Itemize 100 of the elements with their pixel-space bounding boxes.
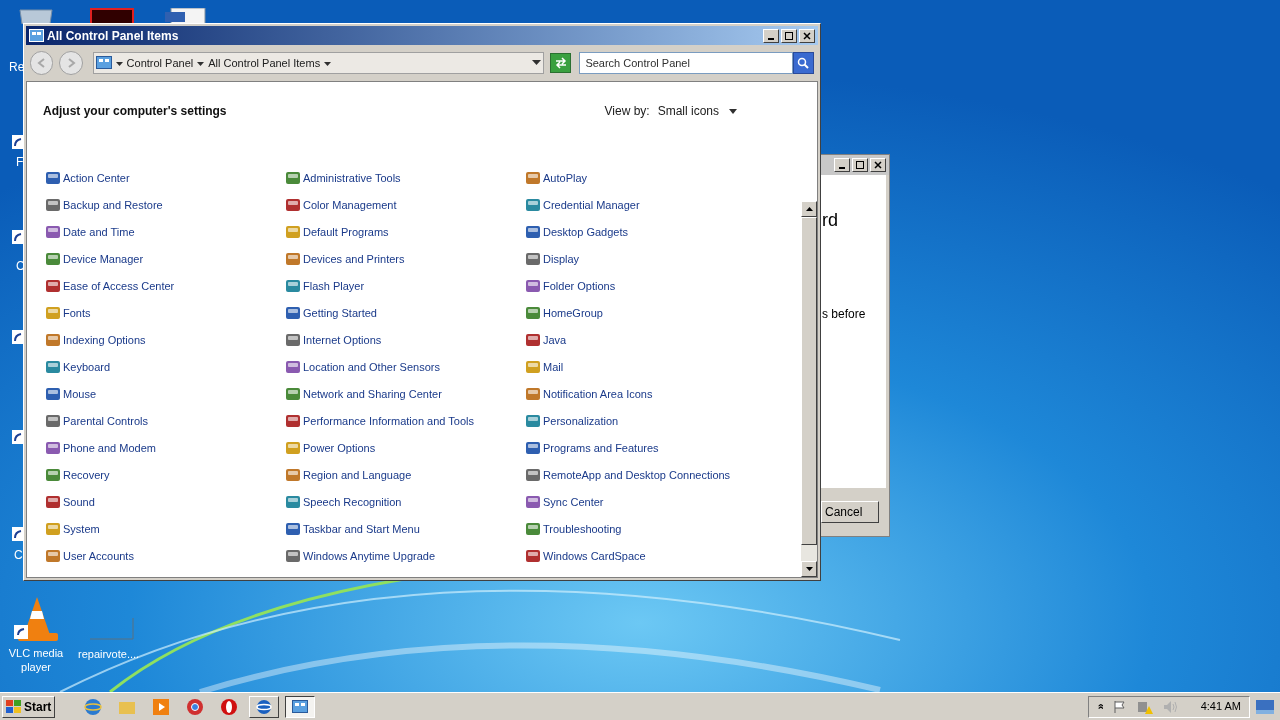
browser-icon xyxy=(256,698,273,715)
minimize-icon xyxy=(839,167,845,169)
control-panel-link[interactable]: Ease of Access Center xyxy=(45,276,285,296)
shortcut-icon[interactable] xyxy=(12,230,24,244)
applet-icon xyxy=(525,224,541,240)
start-button[interactable]: Start xyxy=(2,695,56,718)
applet-icon xyxy=(525,332,541,348)
control-panel-link[interactable]: Windows CardSpace xyxy=(525,546,765,566)
applet-icon xyxy=(45,440,61,456)
desktop-icon-label[interactable]: F xyxy=(16,153,24,171)
control-panel-link[interactable]: Notification Area Icons xyxy=(525,384,765,404)
control-panel-link[interactable]: Sound xyxy=(45,492,285,512)
close-button[interactable] xyxy=(870,158,886,172)
browser-icon[interactable] xyxy=(84,697,103,716)
refresh-button[interactable] xyxy=(550,53,572,73)
control-panel-link[interactable]: Speech Recognition xyxy=(285,492,525,512)
control-panel-link[interactable]: Getting Started xyxy=(285,303,525,323)
control-panel-link[interactable]: Personalization xyxy=(525,411,765,431)
control-panel-link[interactable]: Phone and Modem xyxy=(45,438,285,458)
cancel-button[interactable]: Cancel xyxy=(821,501,879,523)
applet-icon xyxy=(45,467,61,483)
desktop-icon-label[interactable]: Re xyxy=(9,58,25,76)
applet-icon xyxy=(285,170,301,186)
control-panel-link[interactable]: Network and Sharing Center xyxy=(285,384,525,404)
scroll-up-icon[interactable] xyxy=(805,207,813,211)
shortcut-icon[interactable] xyxy=(12,527,24,541)
dropdown-icon[interactable] xyxy=(532,60,541,66)
control-panel-link[interactable]: Device Manager xyxy=(45,249,285,269)
control-panel-link[interactable]: Recovery xyxy=(45,465,285,485)
control-panel-link[interactable]: Credential Manager xyxy=(525,195,765,215)
caret-icon[interactable] xyxy=(324,59,332,67)
control-panel-link[interactable]: Java xyxy=(525,330,765,350)
control-panel-link[interactable]: Internet Options xyxy=(285,330,525,350)
control-panel-link[interactable]: Flash Player xyxy=(285,276,525,296)
control-panel-link[interactable]: Programs and Features xyxy=(525,438,765,458)
shortcut-icon[interactable] xyxy=(12,135,24,149)
control-panel-link[interactable]: Taskbar and Start Menu xyxy=(285,519,525,539)
view-by-dropdown[interactable]: Small icons xyxy=(657,102,737,120)
control-panel-link[interactable]: RemoteApp and Desktop Connections xyxy=(525,465,765,485)
traffic-cone-icon[interactable] xyxy=(14,595,60,643)
minimize-button[interactable] xyxy=(763,28,779,43)
control-panel-link[interactable]: Date and Time xyxy=(45,222,285,242)
applet-icon xyxy=(525,386,541,402)
control-panel-link[interactable]: Sync Center xyxy=(525,492,765,512)
control-panel-link[interactable]: Power Options xyxy=(285,438,525,458)
control-panel-link[interactable]: Parental Controls xyxy=(45,411,285,431)
control-panel-link[interactable]: Desktop Gadgets xyxy=(525,222,765,242)
taskbar-button[interactable] xyxy=(285,695,316,718)
control-panel-link[interactable]: Location and Other Sensors xyxy=(285,357,525,377)
scrollbar[interactable] xyxy=(801,201,817,577)
close-button[interactable] xyxy=(799,28,815,43)
control-panel-link[interactable]: Performance Information and Tools xyxy=(285,411,525,431)
desktop-icon-label[interactable]: VLC media player xyxy=(4,646,68,674)
desktop-icon-label[interactable]: C xyxy=(14,546,23,564)
flag-icon[interactable] xyxy=(1112,699,1127,714)
breadcrumb[interactable]: All Control Panel Items xyxy=(208,54,321,72)
control-panel-link[interactable]: Mail xyxy=(525,357,765,377)
control-panel-icon xyxy=(95,55,112,71)
control-panel-link[interactable]: Fonts xyxy=(45,303,285,323)
applet-icon xyxy=(285,251,301,267)
caret-icon[interactable] xyxy=(197,59,205,67)
control-panel-link[interactable]: Mouse xyxy=(45,384,285,404)
shortcut-icon[interactable] xyxy=(12,330,24,344)
address-bar[interactable]: Control Panel All Control Panel Items xyxy=(92,52,544,74)
maximize-button[interactable] xyxy=(852,158,868,172)
control-panel-link[interactable]: Action Center xyxy=(45,168,285,188)
breadcrumb[interactable]: Control Panel xyxy=(126,54,194,72)
caret-icon[interactable] xyxy=(115,59,123,67)
control-panel-link[interactable]: Backup and Restore xyxy=(45,195,285,215)
control-panel-link[interactable]: Default Programs xyxy=(285,222,525,242)
document-icon[interactable] xyxy=(165,8,209,24)
search-button[interactable] xyxy=(792,52,814,74)
control-panel-link[interactable]: User Accounts xyxy=(45,546,285,566)
control-panel-link[interactable]: Windows Anytime Upgrade xyxy=(285,546,525,566)
control-panel-link[interactable]: Region and Language xyxy=(285,465,525,485)
clock[interactable]: 4:41 AM xyxy=(1200,698,1241,715)
control-panel-link[interactable]: Administrative Tools xyxy=(285,168,525,188)
control-panel-link[interactable]: Color Management xyxy=(285,195,525,215)
applet-icon xyxy=(285,197,301,213)
media-player-icon[interactable] xyxy=(152,697,171,716)
control-panel-link[interactable]: Display xyxy=(525,249,765,269)
applet-icon xyxy=(45,494,61,510)
scroll-down-icon[interactable] xyxy=(805,567,813,571)
control-panel-link[interactable]: AutoPlay xyxy=(525,168,765,188)
shortcut-icon[interactable] xyxy=(12,430,24,444)
search-field[interactable]: Search Control Panel xyxy=(579,52,793,74)
maximize-button[interactable] xyxy=(781,28,797,43)
applet-icon xyxy=(45,332,61,348)
tray-expand-button[interactable]: » xyxy=(1094,703,1106,710)
applet-icon xyxy=(285,224,301,240)
control-panel-link[interactable]: Devices and Printers xyxy=(285,249,525,269)
show-desktop-icon[interactable] xyxy=(1256,699,1274,714)
control-panel-link[interactable]: System xyxy=(45,519,285,539)
control-panel-link[interactable]: Keyboard xyxy=(45,357,285,377)
desktop-icon-label[interactable]: repairvote.... xyxy=(78,646,140,663)
control-panel-link[interactable]: Troubleshooting xyxy=(525,519,765,539)
control-panel-link[interactable]: Indexing Options xyxy=(45,330,285,350)
control-panel-link[interactable]: Folder Options xyxy=(525,276,765,296)
control-panel-link[interactable]: HomeGroup xyxy=(525,303,765,323)
minimize-button[interactable] xyxy=(834,158,850,172)
